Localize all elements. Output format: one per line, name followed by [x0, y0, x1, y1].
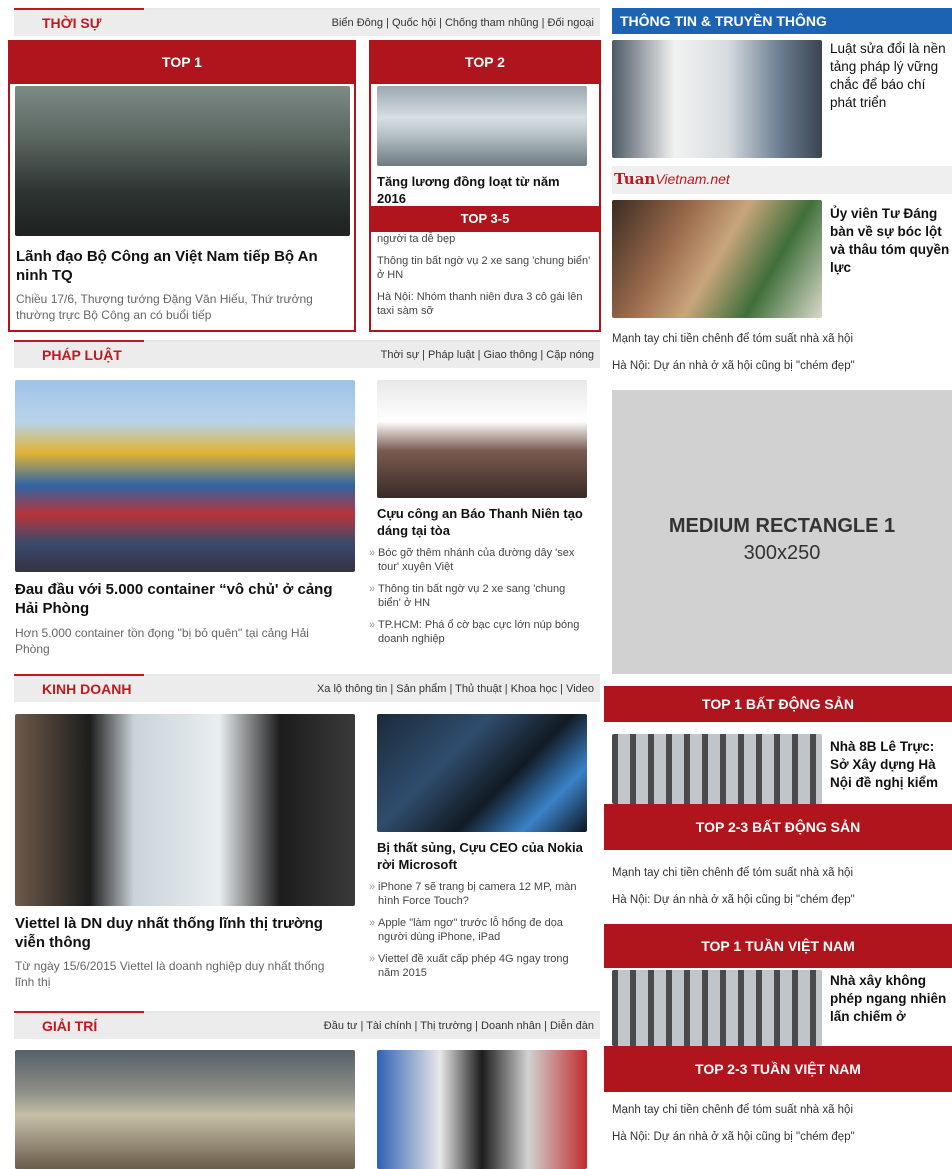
top1-headline[interactable]: Lãnh đạo Bộ Công an Việt Nam tiếp Bộ An …: [16, 247, 346, 285]
tvn23-links: Mạnh tay chi tiền chênh để tóm suất nhà …: [612, 1103, 952, 1157]
bds1-headline[interactable]: Nhà 8B Lê Trực: Sở Xây dựng Hà Nội đề ng…: [830, 738, 950, 802]
kinh-doanh-side-bullets: iPhone 7 sẽ trang bị camera 12 MP, màn h…: [369, 880, 587, 988]
giai-tri-side-photo[interactable]: [377, 1050, 587, 1169]
tvn1-headline[interactable]: Nhà xây không phép ngang nhiên lấn chiếm…: [830, 972, 952, 1044]
list-item[interactable]: Apple "làm ngơ" trước lỗ hổng đe dọa ngư…: [369, 916, 587, 944]
tuan-links: Mạnh tay chi tiền chênh để tóm suất nhà …: [612, 332, 952, 386]
ttt-header[interactable]: THÔNG TIN & TRUYỀN THÔNG: [612, 8, 952, 34]
list-item[interactable]: Hà Nội: Dự án nhà ở xã hội cũng bị "chém…: [612, 893, 952, 907]
kinh-doanh-side-photo[interactable]: [377, 714, 587, 832]
list-item[interactable]: Mạnh tay chi tiền chênh để tóm suất nhà …: [612, 1103, 952, 1117]
list-item[interactable]: Viettel đề xuất cấp phép 4G ngay trong n…: [369, 952, 587, 980]
list-item[interactable]: Hà Nội: Dự án nhà ở xã hội cũng bị "chém…: [612, 1130, 952, 1144]
tuan-logo-rest: Vietnam.net: [655, 171, 730, 187]
top35-item[interactable]: Thông tin bất ngờ vụ 2 xe sang 'chung bi…: [377, 254, 592, 282]
phap-luat-side-photo[interactable]: [377, 380, 587, 498]
section-title-phap-luat[interactable]: PHÁP LUẬT: [14, 340, 144, 368]
list-item[interactable]: Hà Nội: Dự án nhà ở xã hội cũng bị "chém…: [612, 359, 952, 373]
section-bar-giai-tri: GIẢI TRÍ Đầu tư | Tài chính | Thị trường…: [14, 1011, 600, 1039]
top1-photo[interactable]: [15, 86, 350, 236]
top2-header: TOP 2: [369, 40, 601, 84]
kinh-doanh-main-photo[interactable]: [15, 714, 355, 906]
top35-header: TOP 3-5: [369, 206, 601, 232]
list-item[interactable]: Thông tin bất ngờ vụ 2 xe sang 'chung bi…: [369, 582, 584, 610]
bds1-header: TOP 1 BẤT ĐỘNG SẢN: [604, 686, 952, 722]
list-item[interactable]: Mạnh tay chi tiền chênh để tóm suất nhà …: [612, 866, 952, 880]
kinh-doanh-side-headline[interactable]: Bị thất sủng, Cựu CEO của Nokia rời Micr…: [377, 839, 587, 873]
section-title-thoi-su[interactable]: THỜI SỰ: [14, 8, 144, 36]
section-subnav-giai-tri[interactable]: Đầu tư | Tài chính | Thị trường | Doanh …: [324, 1013, 594, 1039]
top35-item[interactable]: Hà Nội: Nhóm thanh niên đưa 3 cô gái lên…: [377, 290, 592, 318]
ttt-title: THÔNG TIN & TRUYỀN THÔNG: [620, 13, 827, 29]
section-bar-phap-luat: PHÁP LUẬT Thời sự | Pháp luật | Giao thô…: [14, 340, 600, 368]
tvn1-photo[interactable]: [612, 970, 822, 1046]
ttt-photo[interactable]: [612, 40, 822, 158]
section-bar-thoi-su: THỜI SỰ Biển Đông | Quốc hội | Chống tha…: [14, 8, 600, 36]
kinh-doanh-main-headline[interactable]: Viettel là DN duy nhất thống lĩnh thị tr…: [15, 914, 335, 952]
phap-luat-main-headline[interactable]: Đau đầu với 5.000 container “vô chủ' ở c…: [15, 580, 350, 618]
phap-luat-side-bullets: Bóc gỡ thêm nhánh của đường dây 'sex tou…: [369, 546, 584, 654]
bds23-links: Mạnh tay chi tiền chênh để tóm suất nhà …: [612, 866, 952, 920]
tuan-photo[interactable]: [612, 200, 822, 318]
list-item[interactable]: Bóc gỡ thêm nhánh của đường dây 'sex tou…: [369, 546, 584, 574]
section-subnav-kinh-doanh[interactable]: Xa lộ thông tin | Sản phẩm | Thủ thuật |…: [317, 676, 594, 702]
top35-list: người ta dễ bẹp Thông tin bất ngờ vụ 2 x…: [377, 232, 592, 328]
ttt-headline[interactable]: Luật sửa đổi là nền tảng pháp lý vững ch…: [830, 40, 952, 112]
section-bar-kinh-doanh: KINH DOANH Xa lộ thông tin | Sản phẩm | …: [14, 674, 600, 702]
section-subnav-phap-luat[interactable]: Thời sự | Pháp luật | Giao thông | Cặp n…: [381, 342, 594, 368]
tvn23-header: TOP 2-3 TUẦN VIỆT NAM: [604, 1046, 952, 1092]
tuan-logo[interactable]: TuanVietnam.net: [614, 170, 730, 192]
bds1-photo[interactable]: [612, 734, 822, 804]
ad-label: MEDIUM RECTANGLE 1: [668, 515, 896, 537]
tvn1-header: TOP 1 TUẦN VIỆT NAM: [604, 924, 952, 968]
section-subnav-thoi-su[interactable]: Biển Đông | Quốc hội | Chống tham nhũng …: [332, 10, 594, 36]
ad-medium-rectangle[interactable]: MEDIUM RECTANGLE 1 300x250: [612, 390, 952, 674]
top2-photo[interactable]: [377, 86, 587, 166]
tuan-logo-main: Tuan: [614, 170, 656, 188]
phap-luat-main-photo[interactable]: [15, 380, 355, 572]
kinh-doanh-main-excerpt: Từ ngày 15/6/2015 Viettel là doanh nghiệ…: [15, 959, 325, 989]
top1-excerpt: Chiều 17/6, Thượng tướng Đặng Văn Hiếu, …: [16, 292, 313, 322]
ad-size: 300x250: [743, 542, 821, 564]
phap-luat-main-excerpt: Hơn 5.000 container tồn đọng "bị bỏ quên…: [15, 626, 309, 656]
top2-headline[interactable]: Tăng lương đồng loạt từ năm 2016: [377, 173, 577, 207]
section-title-kinh-doanh[interactable]: KINH DOANH: [14, 674, 144, 702]
top1-header: TOP 1: [8, 40, 356, 84]
list-item[interactable]: iPhone 7 sẽ trang bị camera 12 MP, màn h…: [369, 880, 587, 908]
list-item[interactable]: TP.HCM: Phá ổ cờ bạc cực lớn núp bóng do…: [369, 618, 584, 646]
section-title-giai-tri[interactable]: GIẢI TRÍ: [14, 1011, 144, 1039]
bds23-header: TOP 2-3 BẤT ĐỘNG SẢN: [604, 804, 952, 850]
phap-luat-side-headline[interactable]: Cựu công an Báo Thanh Niên tạo dáng tại …: [377, 505, 587, 539]
top35-item[interactable]: người ta dễ bẹp: [377, 232, 592, 246]
list-item[interactable]: Mạnh tay chi tiền chênh để tóm suất nhà …: [612, 332, 952, 346]
giai-tri-main-photo[interactable]: [15, 1050, 355, 1169]
tuan-headline[interactable]: Ủy viên Tư Đáng bàn về sự bóc lột và thâ…: [830, 205, 950, 277]
